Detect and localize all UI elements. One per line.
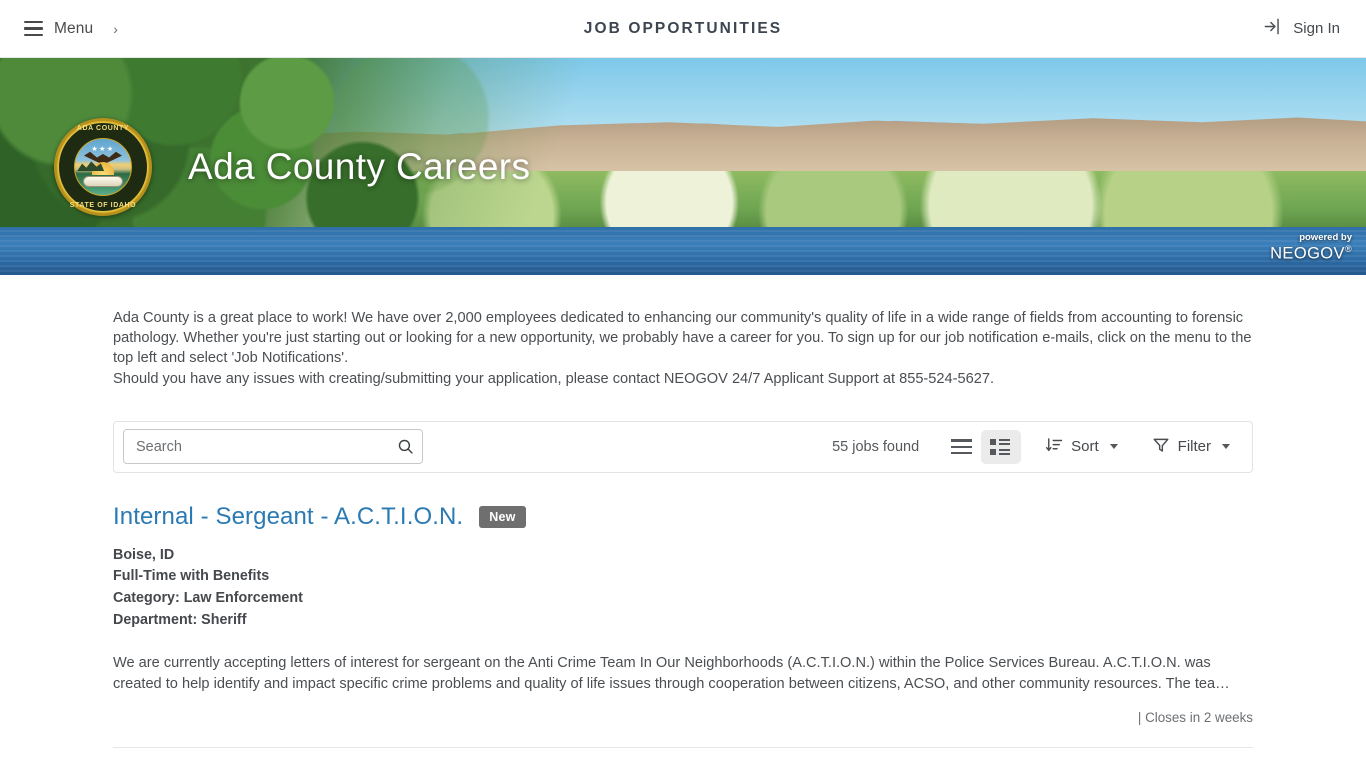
job-category: Category: Law Enforcement xyxy=(113,590,303,606)
detail-view-icon[interactable] xyxy=(981,429,1022,464)
intro-paragraph-1: Ada County is a great place to work! We … xyxy=(113,310,1252,367)
search-box xyxy=(123,429,423,465)
intro-paragraph-2: Should you have any issues with creating… xyxy=(113,370,995,387)
job-closing-date: | Closes in 2 weeks xyxy=(1137,710,1253,726)
chevron-down-icon xyxy=(1222,444,1230,450)
neogov-powered-by-label: powered by xyxy=(1299,232,1352,244)
job-header: Internal - Sergeant - A.C.T.I.O.N. New xyxy=(113,503,1253,531)
sort-descending-icon xyxy=(1045,436,1063,458)
sign-in-label: Sign In xyxy=(1293,20,1340,37)
status-badge: New xyxy=(479,505,526,528)
top-navigation-bar: Menu › JOB OPPORTUNITIES Sign In xyxy=(0,0,1366,58)
sort-button[interactable]: Sort xyxy=(1035,430,1128,464)
job-divider xyxy=(113,747,1253,749)
sign-in-button[interactable]: Sign In xyxy=(1263,17,1340,41)
hero-title: Ada County Careers xyxy=(188,145,531,187)
page-title: JOB OPPORTUNITIES xyxy=(583,19,783,37)
search-toolbar: 55 jobs found Sort xyxy=(113,420,1253,473)
results-count: 55 jobs found xyxy=(832,438,920,455)
intro-text: Ada County is a great place to work! We … xyxy=(113,308,1253,389)
sign-in-icon xyxy=(1263,17,1282,41)
hero-banner: ADA COUNTY STATE OF IDAHO ★★★ Ada County… xyxy=(0,58,1366,275)
job-description: We are currently accepting letters of in… xyxy=(113,655,1230,692)
job-title-link[interactable]: Internal - Sergeant - A.C.T.I.O.N. xyxy=(113,503,463,531)
job-employment-type: Full-Time with Benefits xyxy=(113,568,270,585)
list-view-icon[interactable] xyxy=(941,430,981,464)
funnel-icon xyxy=(1152,436,1170,458)
job-listing-item: Internal - Sergeant - A.C.T.I.O.N. New B… xyxy=(113,503,1253,749)
seal-stars: ★★★ xyxy=(91,146,115,154)
seal-bottom-text: STATE OF IDAHO xyxy=(69,201,137,209)
filter-label: Filter xyxy=(1177,438,1211,456)
main-content: Ada County is a great place to work! We … xyxy=(0,308,1366,749)
job-department: Department: Sheriff xyxy=(113,611,247,628)
seal-top-text: ADA COUNTY xyxy=(76,124,130,132)
banner-scroll-icon xyxy=(82,175,124,187)
ada-county-seal-logo: ADA COUNTY STATE OF IDAHO ★★★ xyxy=(54,117,152,216)
search-input[interactable] xyxy=(123,429,423,465)
neogov-brand-label: NEOGOV xyxy=(1270,244,1345,263)
neogov-badge: powered by NEOGOV® xyxy=(1270,232,1352,263)
job-location: Boise, ID xyxy=(113,546,175,563)
neogov-registered-mark: ® xyxy=(1344,243,1352,254)
toolbar-controls: 55 jobs found Sort Filter xyxy=(832,429,1240,464)
sort-label: Sort xyxy=(1071,438,1099,456)
chevron-down-icon xyxy=(1109,444,1118,450)
job-meta: Boise, ID Full-Time with Benefits Catego… xyxy=(113,545,1253,631)
filter-button[interactable]: Filter xyxy=(1142,430,1240,464)
search-icon[interactable] xyxy=(395,437,415,457)
